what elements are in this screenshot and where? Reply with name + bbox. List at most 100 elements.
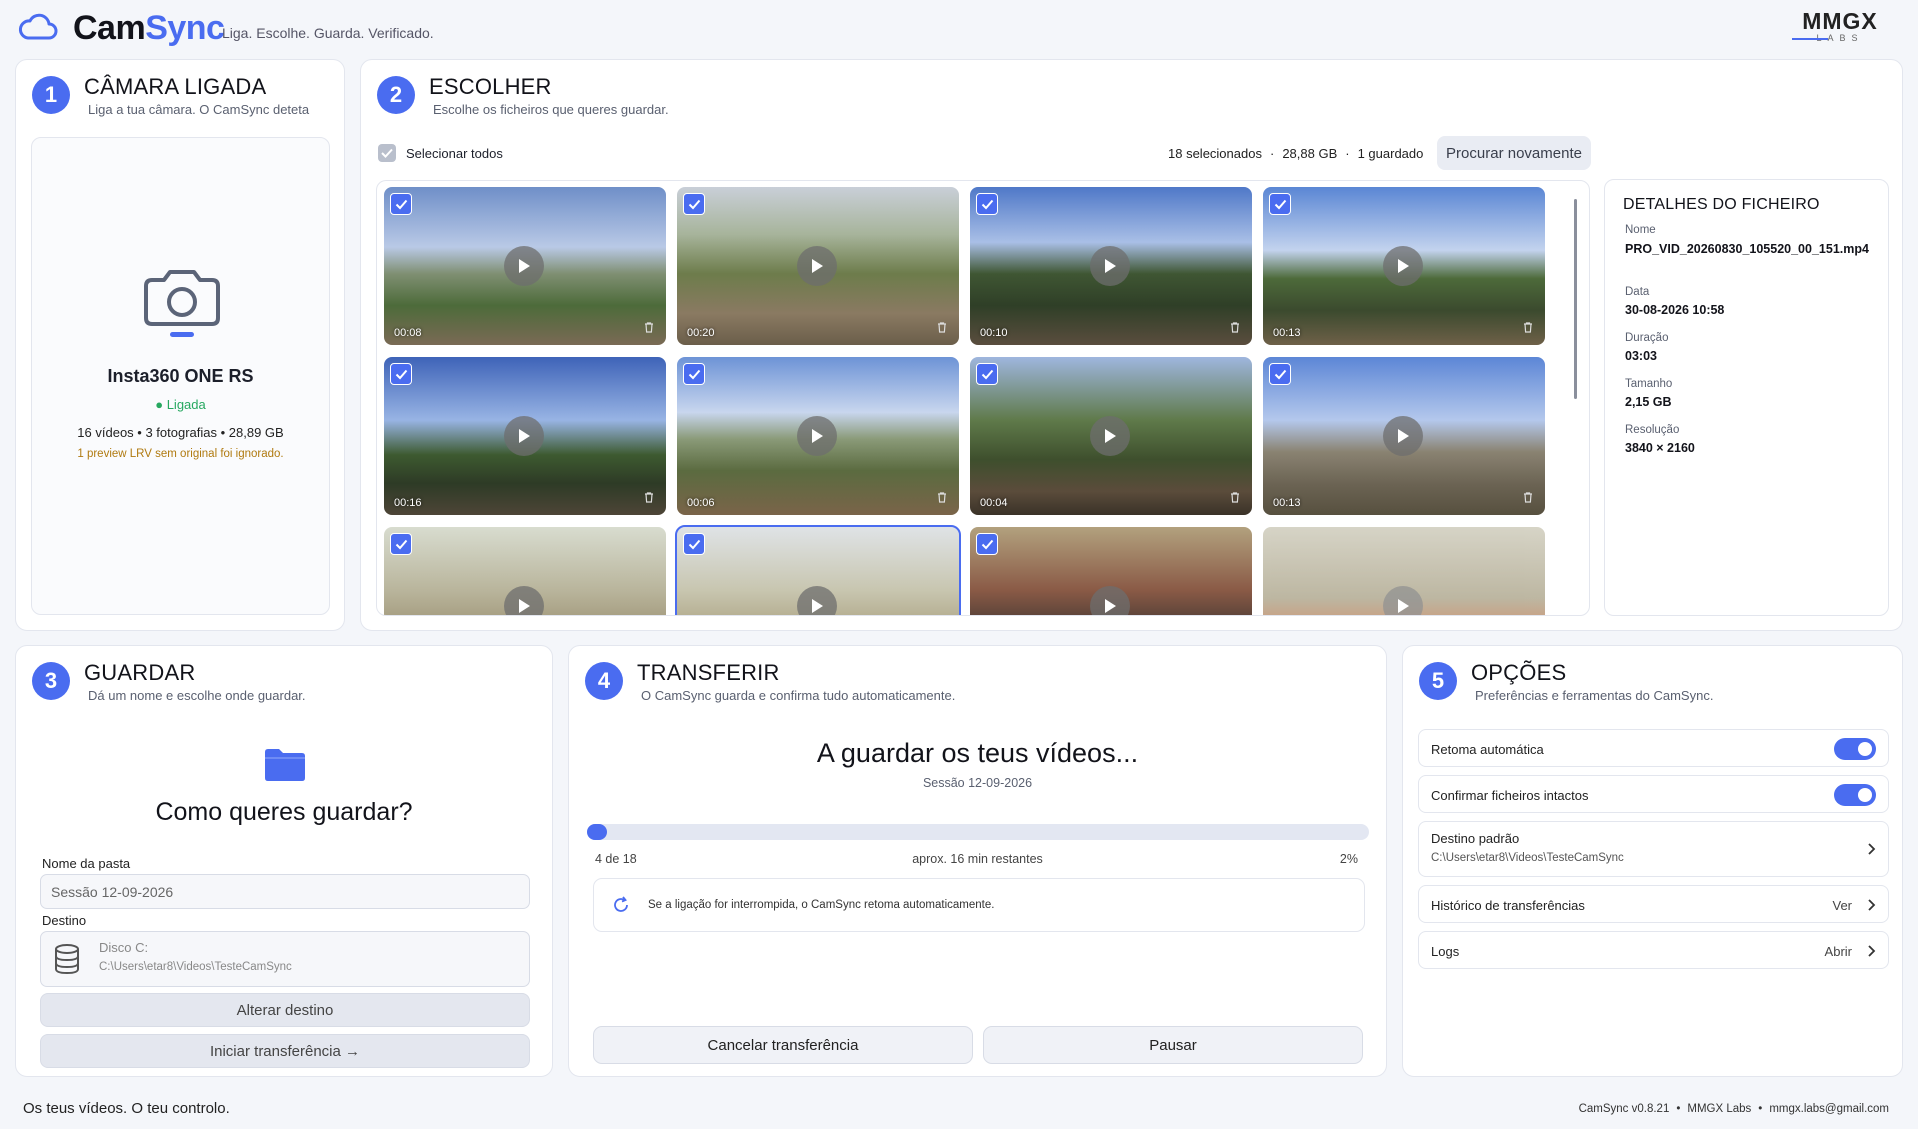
thumbnail-checkbox[interactable] — [683, 363, 705, 385]
thumbnail-checkbox[interactable] — [390, 533, 412, 555]
video-thumbnail[interactable]: 00:10 — [970, 187, 1252, 345]
option-label: Histórico de transferências — [1431, 898, 1585, 913]
option-label: Logs — [1431, 944, 1460, 959]
step-number: 4 — [585, 662, 623, 700]
folder-name-input[interactable] — [40, 874, 530, 909]
rescan-button[interactable]: Procurar novamente — [1437, 136, 1591, 170]
select-panel: 2 ESCOLHER Escolhe os ficheiros que quer… — [360, 59, 1903, 631]
thumbnail-checkbox[interactable] — [390, 363, 412, 385]
video-thumbnail[interactable] — [970, 527, 1252, 615]
camera-panel: 1 CÂMARA LIGADA Liga a tua câmara. O Cam… — [15, 59, 345, 631]
media-counts: 16 vídeos • 3 fotografias • 28,89 GB — [77, 425, 284, 440]
play-icon[interactable] — [1383, 246, 1423, 286]
option-logs[interactable]: Logs Abrir — [1418, 931, 1889, 969]
destination-disk: Disco C: — [99, 940, 149, 955]
company-name: MMGX Labs — [1687, 1103, 1752, 1115]
history-action: Ver — [1832, 898, 1852, 913]
checkbox-check-icon — [378, 144, 396, 162]
destination-field[interactable]: Disco C: C:\Users\etar8\Videos\TesteCamS… — [40, 931, 530, 987]
resume-info-text: Se a ligação for interrompida, o CamSync… — [648, 899, 995, 911]
play-icon[interactable] — [1383, 416, 1423, 456]
option-label: Confirmar ficheiros intactos — [1431, 788, 1589, 803]
step-subtitle: Preferências e ferramentas do CamSync. — [1475, 688, 1714, 703]
contact-email[interactable]: mmgx.labs@gmail.com — [1769, 1103, 1889, 1115]
trash-icon[interactable] — [644, 322, 654, 333]
thumbnail-checkbox[interactable] — [390, 193, 412, 215]
play-icon[interactable] — [1090, 246, 1130, 286]
thumbnail-checkbox[interactable] — [976, 533, 998, 555]
play-icon[interactable] — [504, 416, 544, 456]
step-title: OPÇÕES — [1471, 660, 1567, 685]
chevron-right-icon — [1868, 945, 1876, 957]
video-thumbnail[interactable] — [675, 525, 961, 615]
thumbnail-checkbox[interactable] — [976, 363, 998, 385]
detail-date-label: Data — [1625, 286, 1650, 298]
trash-icon[interactable] — [644, 492, 654, 503]
play-icon[interactable] — [504, 586, 544, 615]
thumbnail-checkbox[interactable] — [683, 533, 705, 555]
detail-size-label: Tamanho — [1625, 378, 1673, 390]
change-destination-button[interactable]: Alterar destino — [40, 993, 530, 1027]
grid-scrollbar[interactable] — [1574, 199, 1577, 399]
detail-name-value: PRO_VID_20260830_105520_00_151.mp4 — [1625, 242, 1869, 256]
auto-resume-toggle[interactable] — [1834, 738, 1876, 760]
video-thumbnail[interactable] — [384, 527, 666, 615]
play-icon[interactable] — [797, 416, 837, 456]
video-thumbnail[interactable]: 00:04 — [970, 357, 1252, 515]
video-thumbnail[interactable]: 00:20 — [677, 187, 959, 345]
pause-button[interactable]: Pausar — [983, 1026, 1363, 1064]
step-title: GUARDAR — [84, 660, 196, 685]
company-logo: MMGX LABS — [1792, 10, 1888, 43]
video-thumbnail[interactable]: 00:13 — [1263, 187, 1545, 345]
save-heading: Como queres guardar? — [155, 798, 413, 826]
detail-resolution-label: Resolução — [1625, 424, 1680, 436]
play-icon[interactable] — [504, 246, 544, 286]
app-version: CamSync v0.8.21 — [1578, 1103, 1670, 1115]
option-transfer-history[interactable]: Histórico de transferências Ver — [1418, 885, 1889, 923]
camera-name: Insta360 ONE RS — [107, 366, 254, 386]
video-duration: 00:16 — [394, 497, 422, 509]
video-duration: 00:08 — [394, 327, 422, 339]
video-thumbnail[interactable]: 00:16 — [384, 357, 666, 515]
destination-label: Destino — [42, 913, 87, 928]
select-all-checkbox[interactable]: Selecionar todos — [378, 144, 503, 162]
select-all-label: Selecionar todos — [406, 145, 503, 161]
footer-slogan: Os teus vídeos. O teu controlo. — [23, 1100, 230, 1117]
video-thumbnail[interactable]: 00:06 — [677, 357, 959, 515]
video-duration: 00:13 — [1273, 497, 1301, 509]
trash-icon[interactable] — [1523, 322, 1533, 333]
progress-fill — [587, 824, 607, 840]
thumbnail-grid[interactable]: 00:08 00:20 00:10 00:13 00:16 00:06 00:04 00:13… — [376, 180, 1590, 616]
thumbnail-checkbox[interactable] — [1269, 363, 1291, 385]
chevron-right-icon — [1868, 899, 1876, 911]
trash-icon[interactable] — [1230, 322, 1240, 333]
video-duration: 00:04 — [980, 497, 1008, 509]
thumbnail-checkbox[interactable] — [1269, 193, 1291, 215]
option-default-destination[interactable]: Destino padrão C:\Users\etar8\Videos\Tes… — [1418, 821, 1889, 877]
video-thumbnail[interactable]: 00:13 — [1263, 357, 1545, 515]
confirm-files-toggle[interactable] — [1834, 784, 1876, 806]
trash-icon[interactable] — [937, 322, 947, 333]
trash-icon[interactable] — [1230, 492, 1240, 503]
play-icon[interactable] — [797, 246, 837, 286]
footer-info: CamSync v0.8.21 • MMGX Labs • mmgx.labs@… — [1578, 1103, 1889, 1115]
detail-duration-value: 03:03 — [1625, 349, 1657, 363]
step-subtitle: O CamSync guarda e confirma tudo automat… — [641, 688, 956, 703]
step-title: CÂMARA LIGADA — [84, 74, 267, 99]
app-header: CamSync Liga. Escolhe. Guarda. Verificad… — [0, 0, 1918, 56]
play-icon[interactable] — [1090, 416, 1130, 456]
option-auto-resume: Retoma automática — [1418, 729, 1889, 767]
transfer-panel: 4 TRANSFERIR O CamSync guarda e confirma… — [568, 645, 1387, 1077]
thumbnail-checkbox[interactable] — [976, 193, 998, 215]
details-title: DETALHES DO FICHEIRO — [1623, 196, 1820, 213]
video-thumbnail[interactable]: 00:08 — [384, 187, 666, 345]
cancel-transfer-button[interactable]: Cancelar transferência — [593, 1026, 973, 1064]
start-transfer-button[interactable]: Iniciar transferência → — [40, 1034, 530, 1068]
play-icon[interactable] — [797, 586, 837, 615]
video-thumbnail[interactable]: ✓ Já guardado — [1263, 527, 1545, 615]
play-icon[interactable] — [1383, 586, 1423, 615]
thumbnail-checkbox[interactable] — [683, 193, 705, 215]
trash-icon[interactable] — [1523, 492, 1533, 503]
trash-icon[interactable] — [937, 492, 947, 503]
play-icon[interactable] — [1090, 586, 1130, 615]
